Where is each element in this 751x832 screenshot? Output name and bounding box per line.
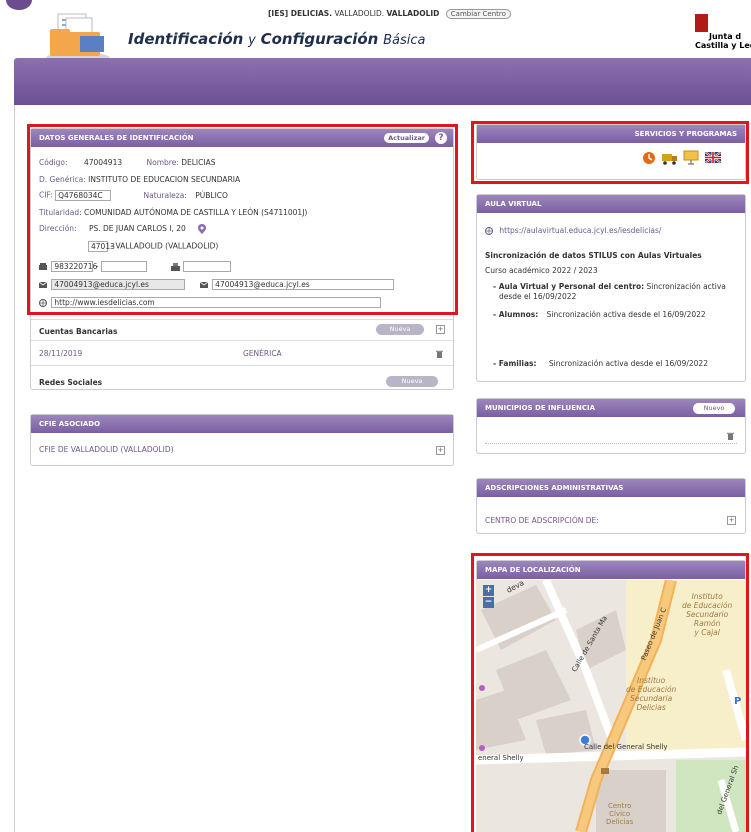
students-status: Sincronización activa desde el 16/09/202… [546,310,706,319]
divider [31,340,453,341]
municipalities-title: MUNICIPIOS DE INFLUENCIA [485,404,595,412]
staff-sync-row: - Aula Virtual y Personal del centro: Si… [493,282,726,291]
families-label: - Familias: [493,359,537,368]
highlight-general-data [27,124,458,315]
social-networks-title: Redes Sociales [39,378,103,387]
municipalities-panel: MUNICIPIOS DE INFLUENCIA Nuevo [476,398,746,454]
left-border [14,105,15,832]
new-municipality-button[interactable]: Nuevo [693,403,735,414]
divider [485,443,737,444]
divider [31,365,453,366]
new-social-button[interactable]: Nueva [386,376,438,387]
bank-account-type: GENÉRICA [243,349,282,358]
junta-logo-text: Junta d Castilla y León [695,32,751,50]
students-label: - Alumnos: [493,310,539,319]
app-header: [IES] DELICIAS. VALLADOLID. VALLADOLID C… [0,0,751,64]
center-city: VALLADOLID [386,9,440,18]
cfie-value[interactable]: CFIE DE VALLADOLID (VALLADOLID) [39,445,174,454]
page-title: Identificación y Configuración Básica [128,30,426,48]
purple-banner [14,58,751,105]
title-word-2: y [248,33,256,48]
virtual-classroom-link[interactable]: https://aulavirtual.educa.jcyl.es/iesdel… [499,226,661,235]
students-sync-row: - Alumnos: Sincronización activa desde e… [493,310,706,319]
highlight-services [471,121,749,184]
bank-account-row[interactable]: 28/11/2019 [39,349,82,358]
cfie-title: CFIE ASOCIADO [39,420,101,428]
divider [31,319,453,320]
cfie-panel: CFIE ASOCIADO CFIE DE VALLADOLID (VALLAD… [30,414,454,466]
expand-assignment-icon[interactable]: + [727,516,736,525]
academic-year: Curso académico 2022 / 2023 [485,266,598,275]
current-center: [IES] DELICIAS. VALLADOLID. VALLADOLID C… [268,9,511,19]
cfie-header: CFIE ASOCIADO [31,415,453,433]
virtual-classroom-header: AULA VIRTUAL [477,195,745,213]
virtual-url-row: https://aulavirtual.educa.jcyl.es/iesdel… [485,226,661,235]
virtual-classroom-panel: AULA VIRTUAL https://aulavirtual.educa.j… [476,194,746,382]
assignments-header: ADSCRIPCIONES ADMINISTRATIVAS [477,479,745,497]
delete-municipality-icon[interactable] [727,432,734,440]
expand-cfie-icon[interactable]: + [436,446,445,455]
bank-accounts-title: Cuentas Bancarias [39,327,118,336]
bank-account-date: 28/11/2019 [39,349,83,358]
assignment-value[interactable]: CENTRO DE ADSCRIPCIÓN DE: [485,516,599,525]
new-bank-account-button[interactable]: Nueva [376,324,424,335]
corner-logo [6,0,32,10]
junta-flag-icon [695,14,708,32]
logo-line-1: Junta d [709,32,742,41]
virtual-classroom-title: AULA VIRTUAL [485,200,542,208]
assignments-title: ADSCRIPCIONES ADMINISTRATIVAS [485,484,624,492]
delete-bank-icon[interactable] [436,350,443,358]
sync-title: Sincronización de datos STILUS con Aulas… [485,251,702,260]
assignments-panel: ADSCRIPCIONES ADMINISTRATIVAS CENTRO DE … [476,478,746,534]
change-center-button[interactable]: Cambiar Centro [445,9,511,19]
logo-line-2: Castilla y León [695,41,751,50]
folder-documents-icon [46,13,110,64]
center-location: VALLADOLID. [334,9,385,18]
staff-status-date: desde el 16/09/2022 [499,292,577,301]
title-word-4: Básica [383,33,426,48]
junta-logo: Junta d Castilla y León [695,14,751,54]
families-sync-row: - Familias: Sincronización activa desde … [493,359,708,368]
globe-icon [485,227,493,235]
staff-status: Sincronización activa [646,282,726,291]
families-status: Sincronización activa desde el 16/09/202… [548,359,708,368]
highlight-map [471,553,749,832]
center-name: [IES] DELICIAS. [268,9,333,18]
staff-label: - Aula Virtual y Personal del centro: [493,282,645,291]
title-word-1: Identificación [128,30,244,48]
title-word-3: Configuración [260,30,379,48]
expand-bank-icon[interactable]: + [436,325,445,334]
